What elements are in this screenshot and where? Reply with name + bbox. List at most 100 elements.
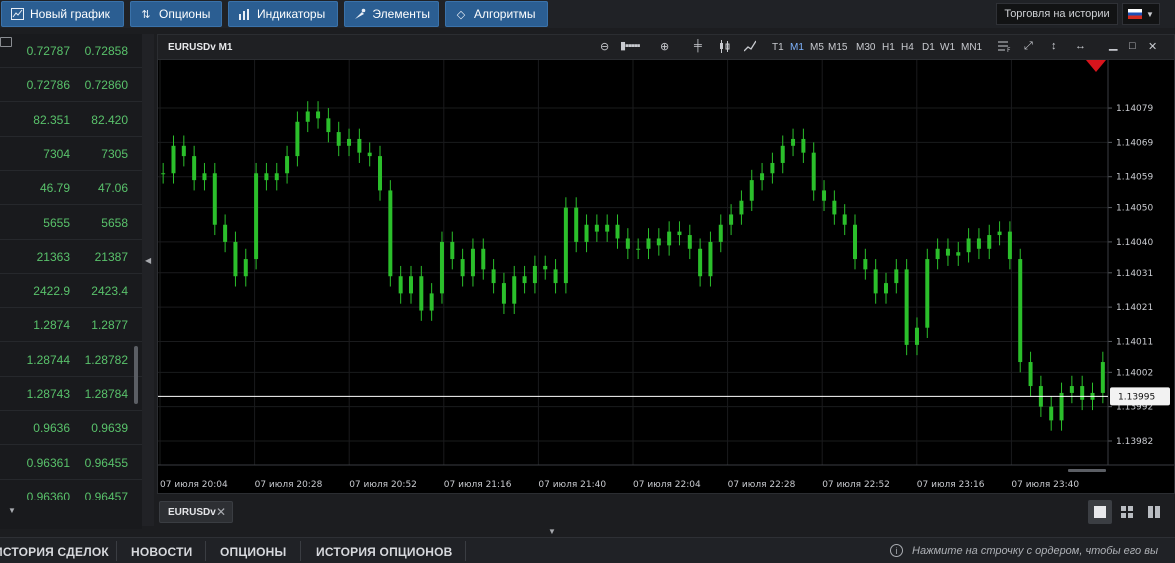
language-select[interactable]: ▼ (1122, 3, 1160, 25)
candle-body (873, 269, 878, 294)
ask-price: 5658 (101, 215, 128, 230)
timeframe-h4[interactable]: H4 (901, 42, 914, 53)
tab-options[interactable]: ОПЦИОНЫ (220, 545, 287, 559)
collapse-bottom-icon[interactable]: ▼ (548, 527, 556, 536)
candle-body (450, 241, 455, 260)
algorithms-button[interactable]: ◇ Алгоритмы (445, 1, 548, 27)
options-label: Опционы (159, 7, 211, 21)
bid-price: 1.28744 (26, 352, 70, 367)
price-chart[interactable]: 1.14079 1.14069 1.14059 1.14050 1.14040 1.140… (158, 60, 1174, 493)
candle-body (1018, 259, 1023, 363)
chart-plot-area[interactable]: 1.14079 1.14069 1.14059 1.14050 1.14040 1.140… (158, 60, 1174, 493)
quote-row[interactable]: 82.351 82.420 (0, 103, 142, 137)
indicator-list-icon[interactable]: F (998, 40, 1012, 55)
quote-row[interactable]: 2422.9 2423.4 (0, 274, 142, 309)
bid-price: 5655 (43, 215, 70, 230)
candle-body (429, 293, 434, 311)
candle-body (646, 238, 651, 249)
candle-body (192, 156, 197, 181)
columns-layout-button[interactable] (1142, 500, 1166, 524)
bid-price: 0.72787 (26, 44, 70, 58)
candle-body (316, 111, 321, 119)
timeframe-m1[interactable]: M1 (790, 42, 804, 53)
candle-body (522, 276, 527, 284)
horizontal-scale-icon[interactable]: ↔ (1075, 40, 1086, 52)
candle-body (956, 252, 961, 256)
quote-row[interactable]: 46.79 47.06 (0, 171, 142, 206)
current-price-label: 1.13995 (1118, 392, 1155, 402)
timeframe-d1[interactable]: D1 (922, 42, 935, 53)
candle-body (976, 238, 981, 249)
chart-icon[interactable] (0, 37, 12, 47)
price-tick-label: 1.14069 (1116, 138, 1153, 148)
quote-row[interactable]: 0.9636 0.9639 (0, 411, 142, 446)
quote-row[interactable]: 1.2874 1.2877 (0, 308, 142, 343)
timeframe-mn1[interactable]: MN1 (961, 42, 982, 53)
tab-trade-history[interactable]: ИСТОРИЯ СДЕЛОК (0, 545, 109, 559)
expand-down-icon[interactable]: ▼ (8, 506, 16, 515)
candle-body (181, 145, 186, 157)
candle-body (987, 235, 992, 249)
time-tick-label: 07 июля 20:28 (255, 480, 323, 490)
tab-news[interactable]: НОВОСТИ (131, 545, 192, 559)
timeframe-h1[interactable]: H1 (882, 42, 895, 53)
candle-body (615, 224, 620, 239)
price-tick-label: 1.14059 (1116, 173, 1153, 183)
maximize-icon[interactable]: □ (1129, 40, 1136, 52)
quote-row[interactable]: 0.72786 0.72860 (0, 68, 142, 103)
bar-chart-icon[interactable]: ╪ (694, 40, 702, 52)
single-layout-button[interactable] (1088, 500, 1112, 524)
tab-options-history[interactable]: ИСТОРИЯ ОПЦИОНОВ (316, 545, 453, 559)
timeframe-w1[interactable]: W1 (940, 42, 955, 53)
panel-splitter[interactable] (142, 34, 154, 526)
elements-button[interactable]: Элементы (344, 1, 439, 27)
time-tick-label: 07 июля 20:04 (160, 480, 228, 490)
quote-row[interactable]: 7304 7305 (0, 137, 142, 171)
candle-body (811, 152, 816, 191)
zoom-in-icon[interactable]: ⊕ (660, 40, 669, 53)
candlestick-icon[interactable] (719, 40, 730, 56)
timeframe-m5[interactable]: M5 (810, 42, 824, 53)
quotes-scrollbar[interactable] (134, 346, 138, 404)
quote-row[interactable]: 1.28744 1.28782 (0, 343, 142, 377)
grid-layout-button[interactable] (1115, 500, 1139, 524)
candle-body (770, 162, 775, 174)
bid-price: 0.96361 (26, 455, 70, 470)
price-tick-label: 1.14011 (1116, 337, 1153, 347)
candle-body (305, 111, 310, 122)
quote-row[interactable]: 5655 5658 (0, 206, 142, 240)
candle-body (388, 190, 393, 277)
candle-body (739, 200, 744, 215)
columns-icon (1148, 506, 1160, 518)
minimize-icon[interactable]: ▁ (1109, 38, 1117, 51)
chart-header: EURUSDv M1 ⊖ ▮▪▪▪▪▪ ⊕ ╪ T1 M1 M5 M15 M30 H1 H4… (158, 35, 1174, 60)
history-trading-button[interactable]: Торговля на истории (996, 3, 1118, 25)
timeframe-m30[interactable]: M30 (856, 42, 875, 53)
close-icon[interactable]: ✕ (1148, 40, 1157, 53)
quote-row[interactable]: 21363 21387 (0, 240, 142, 274)
candle-body (574, 207, 579, 242)
candle-body (904, 269, 909, 345)
russian-flag-icon (1128, 9, 1143, 19)
candle-body (801, 138, 806, 153)
price-tick-label: 1.14040 (1116, 238, 1153, 248)
line-chart-icon[interactable] (743, 40, 757, 55)
timeframe-t1[interactable]: T1 (772, 42, 784, 53)
collapse-left-icon[interactable]: ◀ (145, 256, 151, 265)
scale-icon[interactable]: ⤢ (1024, 40, 1033, 53)
new-chart-button[interactable]: Новый график (1, 1, 124, 27)
vertical-scale-icon[interactable]: ↕ (1051, 40, 1057, 52)
zoom-out-icon[interactable]: ⊖ (600, 40, 609, 53)
indicators-button[interactable]: Индикаторы (228, 1, 338, 27)
quotes-panel: 0.72787 0.72858 0.72786 0.72860 82.351 82.420… (0, 34, 142, 529)
quote-row[interactable]: 1.28743 1.28784 (0, 377, 142, 411)
close-tab-icon[interactable]: ✕ (216, 505, 226, 519)
options-button[interactable]: ⇅ Опционы (130, 1, 222, 27)
quote-row[interactable]: 0.72787 0.72858 (0, 34, 142, 68)
timeframe-m15[interactable]: M15 (828, 42, 847, 53)
tab-eurusdv[interactable]: EURUSDv ✕ (159, 501, 233, 523)
candle-body (501, 283, 506, 304)
candle-body (408, 276, 413, 294)
candle-body (594, 224, 599, 232)
quote-row[interactable]: 0.96361 0.96455 (0, 446, 142, 480)
